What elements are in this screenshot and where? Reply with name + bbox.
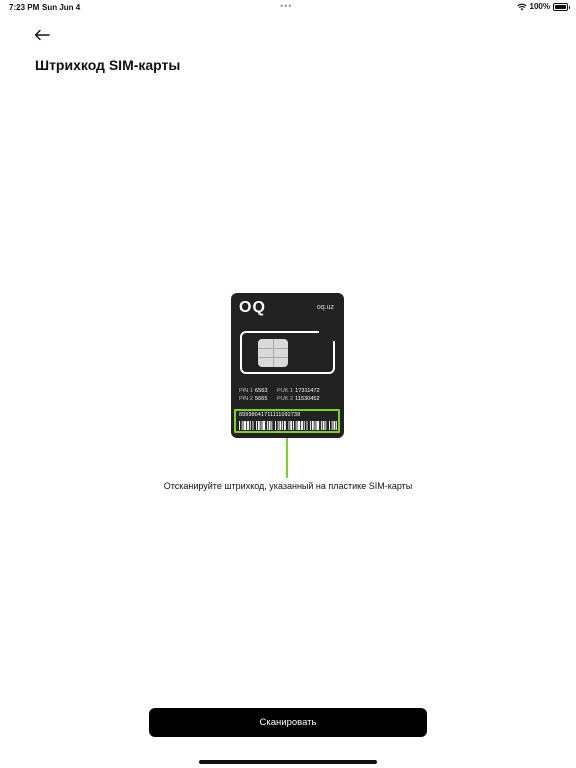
barcode-highlight: 89998041711111092738	[234, 409, 340, 433]
pointer-line	[286, 438, 288, 478]
sim-chip-icon	[258, 339, 288, 367]
battery-percent: 100%	[529, 2, 550, 11]
pin2-value: 5665	[255, 396, 268, 402]
puk2-value: 11530452	[295, 396, 320, 402]
sim-logo: OQ	[239, 299, 266, 316]
back-button[interactable]	[30, 24, 54, 46]
sim-frame	[240, 331, 335, 374]
multitasking-dots[interactable]: •••	[280, 1, 292, 11]
sim-domain: oq.uz	[316, 304, 334, 311]
barcode-number: 89998041711111092738	[239, 412, 301, 418]
status-right: 100%	[516, 2, 570, 11]
puk1-label: PUK 1	[277, 388, 294, 394]
page-title: Штрихкод SIM-карты	[35, 57, 181, 73]
wifi-icon	[516, 3, 527, 10]
screen: 7:23 PM Sun Jun 4 ••• 100% Штрихкод SIM-…	[0, 0, 576, 768]
instruction-text: Отсканируйте штрихкод, указанный на плас…	[163, 481, 413, 491]
status-time: 7:23 PM	[9, 3, 40, 12]
battery-icon	[553, 2, 570, 11]
home-indicator[interactable]	[199, 760, 377, 764]
puk2-label: PUK 2	[277, 396, 294, 402]
scan-button[interactable]: Сканировать	[149, 708, 427, 737]
arrow-left-icon	[34, 29, 50, 41]
status-date: Sun Jun 4	[42, 3, 81, 12]
pin2-label: PIN 2	[239, 396, 253, 402]
status-bar: 7:23 PM Sun Jun 4 ••• 100%	[0, 0, 576, 14]
sim-card-illustration: OQ oq.uz PIN 1 6563 PUK 1 17311472 PIN 2 56…	[231, 293, 344, 438]
sim-codes: PIN 1 6563 PUK 1 17311472 PIN 2 5665 PUK 21…	[239, 387, 339, 403]
pin1-label: PIN 1	[239, 388, 253, 394]
puk1-value: 17311472	[295, 388, 320, 394]
barcode-icon	[239, 421, 337, 430]
pin1-value: 6563	[255, 388, 268, 394]
